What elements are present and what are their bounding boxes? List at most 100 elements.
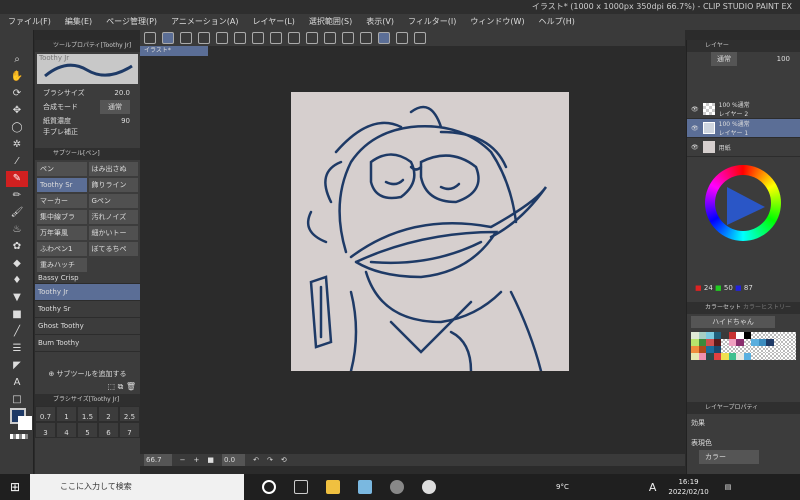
clock[interactable]: 16:19 2022/02/10 bbox=[668, 477, 708, 497]
reset-rotation-icon[interactable]: ⟲ bbox=[281, 454, 287, 466]
color-swatch[interactable] bbox=[691, 353, 699, 360]
clip-studio-icon[interactable] bbox=[358, 480, 372, 494]
color-swatch[interactable] bbox=[751, 332, 759, 339]
clip-studio-app-icon[interactable] bbox=[390, 480, 404, 494]
color-swatch[interactable] bbox=[781, 332, 789, 339]
color-swatch[interactable] bbox=[721, 339, 729, 346]
tool-property-tab[interactable]: ツールプロパティ[Toothy Jr] bbox=[35, 40, 140, 52]
rotate-right-icon[interactable]: ↷ bbox=[267, 454, 273, 466]
ruler-icon[interactable] bbox=[360, 32, 372, 44]
rotate-tool-icon[interactable]: ⟳ bbox=[6, 86, 28, 102]
color-swatch[interactable] bbox=[751, 353, 759, 360]
color-swatch[interactable] bbox=[743, 346, 751, 353]
subtool-item[interactable]: Toothy Sr bbox=[37, 178, 87, 192]
color-swatch[interactable] bbox=[758, 332, 766, 339]
zoom-fit-icon[interactable] bbox=[324, 32, 336, 44]
weather[interactable]: 9°C bbox=[556, 483, 569, 491]
angle-value[interactable]: 0.0 bbox=[221, 454, 246, 466]
color-swatch[interactable] bbox=[736, 353, 744, 360]
color-swatch[interactable] bbox=[743, 353, 751, 360]
task-view-icon[interactable] bbox=[294, 480, 308, 494]
menu-view[interactable]: 表示(V) bbox=[366, 14, 394, 30]
color-swatch[interactable] bbox=[698, 346, 706, 353]
canvas-tab[interactable]: イラスト* bbox=[140, 46, 208, 56]
color-swatch[interactable] bbox=[691, 339, 699, 346]
subtool-item[interactable]: 汚れノイズ bbox=[88, 210, 138, 224]
brush-size-tab[interactable]: ブラシサイズ[Toothy Jr] bbox=[35, 394, 140, 406]
clip-icon[interactable] bbox=[180, 32, 192, 44]
subtool-item[interactable]: ぼてるちペ bbox=[88, 242, 138, 256]
color-swatch[interactable] bbox=[721, 346, 729, 353]
color-swatch[interactable] bbox=[781, 353, 789, 360]
color-set-select[interactable]: ハイドちゃん bbox=[691, 316, 775, 328]
color-swatch[interactable] bbox=[698, 339, 706, 346]
subtool-item[interactable]: ペン bbox=[37, 162, 87, 176]
brush-size-row[interactable]: ブラシサイズ 20.0 bbox=[35, 86, 140, 100]
subtool-list-item[interactable]: Toothy Jr bbox=[35, 284, 140, 301]
brush-size-value[interactable]: 20.0 bbox=[114, 86, 130, 100]
menu-window[interactable]: ウィンドウ(W) bbox=[470, 14, 524, 30]
menu-layer[interactable]: レイヤー(L) bbox=[252, 14, 294, 30]
color-swatch[interactable] bbox=[706, 353, 714, 360]
color-swatch[interactable] bbox=[728, 353, 736, 360]
zoom-in-button[interactable]: + bbox=[193, 454, 199, 466]
color-swatch[interactable] bbox=[766, 339, 774, 346]
color-swatch[interactable] bbox=[691, 332, 699, 339]
balloon-tool-icon[interactable]: ◤ bbox=[6, 358, 28, 374]
clear-selection-icon[interactable] bbox=[288, 32, 300, 44]
hand-tool-icon[interactable]: ✋ bbox=[6, 69, 28, 85]
layer-row[interactable]: 👁 100 %通常 レイヤー 1 bbox=[687, 119, 800, 138]
color-swatch[interactable] bbox=[713, 353, 721, 360]
subtool-item[interactable]: マーカー bbox=[37, 194, 87, 208]
transparent-color-swatch[interactable] bbox=[10, 434, 28, 439]
color-swatch[interactable] bbox=[743, 332, 751, 339]
airbrush-tool-icon[interactable]: ♨ bbox=[6, 222, 28, 238]
subtool-item[interactable]: 細かいトー bbox=[88, 226, 138, 240]
size-option[interactable]: 2.5 bbox=[119, 406, 140, 422]
subtool-list-item[interactable]: Toothy Sr bbox=[35, 301, 140, 318]
decoration-tool-icon[interactable]: ✿ bbox=[6, 239, 28, 255]
subtool-item[interactable]: 集中線ブラ bbox=[37, 210, 87, 224]
frame-tool-icon[interactable]: ☰ bbox=[6, 341, 28, 357]
paper-density-row[interactable]: 紙質濃度 90 bbox=[35, 114, 140, 128]
size-option[interactable]: 3 bbox=[35, 422, 56, 438]
size-option[interactable]: 5 bbox=[77, 422, 98, 438]
zoom-value[interactable]: 66.7 bbox=[144, 454, 172, 466]
menu-icon[interactable] bbox=[144, 32, 156, 44]
color-swatch[interactable] bbox=[713, 346, 721, 353]
figure-tool-icon[interactable]: ╱ bbox=[6, 324, 28, 340]
save-icon[interactable] bbox=[234, 32, 246, 44]
size-option[interactable]: 1 bbox=[56, 406, 77, 422]
layer-opacity[interactable]: 100 bbox=[777, 52, 790, 66]
notification-icon[interactable]: ▤ bbox=[725, 483, 732, 491]
color-swatch[interactable] bbox=[751, 346, 759, 353]
color-swatch[interactable] bbox=[713, 339, 721, 346]
eyedropper-icon[interactable]: ⁄ bbox=[6, 154, 28, 170]
layer-tab[interactable]: レイヤー bbox=[687, 40, 800, 52]
color-swatch[interactable] bbox=[728, 346, 736, 353]
size-option[interactable]: 2 bbox=[98, 406, 119, 422]
eye-icon[interactable]: 👁 bbox=[691, 106, 699, 113]
color-swatch[interactable] bbox=[736, 346, 744, 353]
subtool-list-item[interactable]: Ghost Toothy bbox=[35, 318, 140, 335]
tablet-icon[interactable] bbox=[414, 32, 426, 44]
canvas-paper[interactable] bbox=[291, 92, 569, 373]
color-swatch[interactable] bbox=[736, 339, 744, 346]
undo-icon[interactable] bbox=[252, 32, 264, 44]
redo-icon[interactable] bbox=[270, 32, 282, 44]
windows-start-icon[interactable]: ⊞ bbox=[10, 480, 20, 494]
size-option[interactable]: 6 bbox=[98, 422, 119, 438]
transform-icon[interactable] bbox=[342, 32, 354, 44]
color-swatch[interactable] bbox=[788, 346, 796, 353]
color-swatch[interactable] bbox=[698, 332, 706, 339]
color-swatch[interactable] bbox=[773, 332, 781, 339]
menu-selection[interactable]: 選択範囲(S) bbox=[309, 14, 352, 30]
pen-tool-icon[interactable]: ✎ bbox=[6, 171, 28, 187]
color-swatch[interactable] bbox=[766, 353, 774, 360]
color-swatch[interactable] bbox=[728, 339, 736, 346]
color-swatch[interactable] bbox=[773, 353, 781, 360]
fill-tool-icon[interactable]: ▼ bbox=[6, 290, 28, 306]
file-explorer-icon[interactable] bbox=[326, 480, 340, 494]
open-icon[interactable] bbox=[216, 32, 228, 44]
color-swatch[interactable] bbox=[706, 346, 714, 353]
